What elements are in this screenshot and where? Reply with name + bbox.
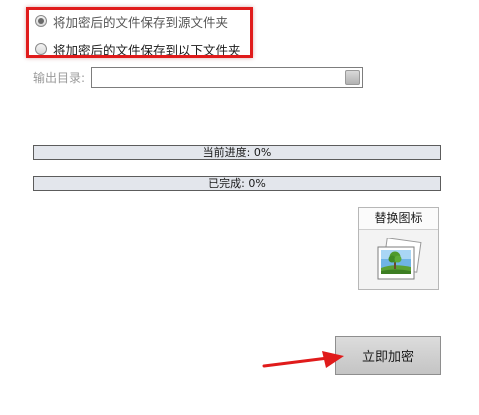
save-to-custom-radio[interactable] [35, 43, 47, 55]
current-progress-bar: 当前进度: 0% [33, 145, 441, 160]
save-to-source-label: 将加密后的文件保存到源文件夹 [53, 14, 229, 30]
save-to-source-radio[interactable] [35, 15, 47, 27]
output-dir-label: 输出目录: [33, 71, 86, 85]
replace-icon-panel[interactable]: 替换图标 [358, 207, 439, 290]
encrypt-now-button[interactable]: 立即加密 [335, 336, 441, 375]
completed-progress-text: 已完成: 0% [208, 177, 266, 190]
output-dir-field[interactable] [91, 67, 363, 88]
browse-button[interactable] [345, 70, 360, 85]
save-to-custom-option[interactable]: 将加密后的文件保存到以下文件夹 [35, 40, 241, 58]
current-progress-text: 当前进度: 0% [202, 146, 272, 159]
landscape-photo-icon[interactable] [375, 238, 423, 284]
save-to-custom-label: 将加密后的文件保存到以下文件夹 [53, 42, 241, 58]
save-to-source-option[interactable]: 将加密后的文件保存到源文件夹 [35, 12, 228, 30]
replace-icon-title: 替换图标 [359, 208, 438, 230]
completed-progress-bar: 已完成: 0% [33, 176, 441, 191]
